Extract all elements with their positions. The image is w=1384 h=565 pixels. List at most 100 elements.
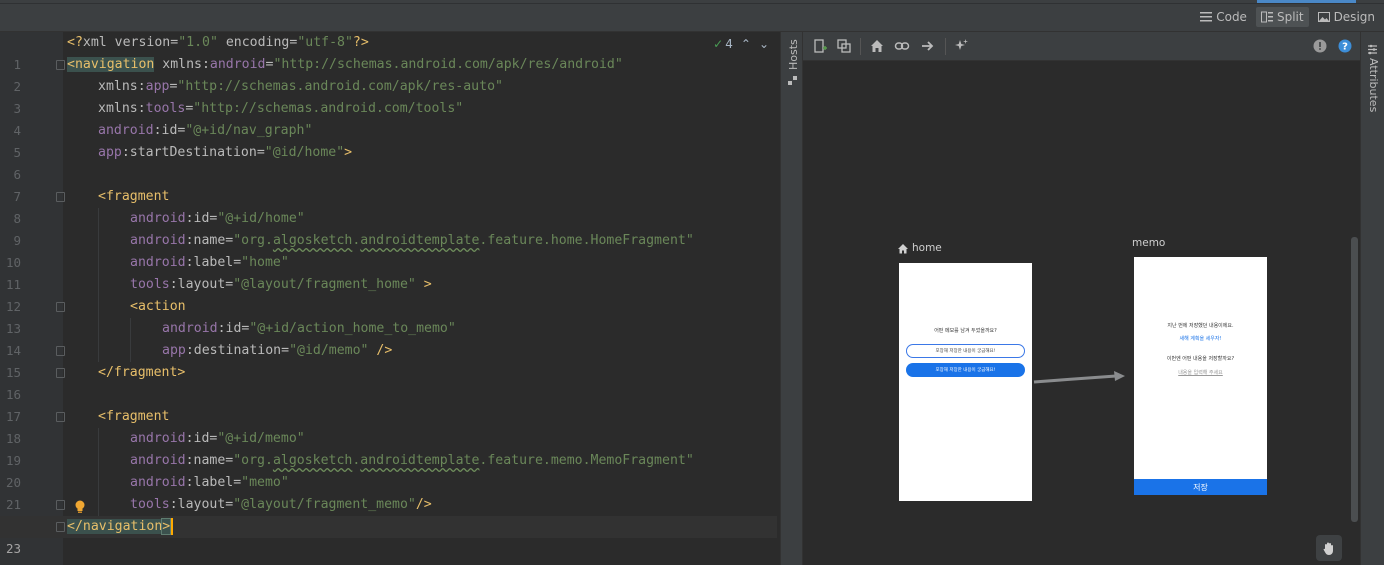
code-text: android:id="@+id/nav_graph" [98,120,312,142]
code-text: <fragment [98,406,169,428]
home-fragment-preview[interactable]: 어떤 메모를 남겨 두었을까요? 포장해 저장한 내용이 궁금해요! 포장해 저… [899,263,1032,501]
code-line: 22 tools:layout="@layout/fragment_memo"/… [0,494,777,534]
xml-token: "http://schemas.android.com/tools" [193,101,464,116]
fold-marker-icon[interactable] [56,192,65,202]
code-text: android:name="org.algosketch.androidtemp… [130,230,694,252]
toolbar-divider [0,3,1384,4]
xml-token: encoding [217,35,290,50]
xml-token: algosketch [272,453,353,468]
code-text: <fragment [98,186,169,208]
xml-token: > [415,277,432,292]
fold-marker-icon[interactable] [56,500,65,510]
xml-token: :id [217,321,242,336]
xml-token: android [130,431,186,446]
xml-token: > [344,145,353,160]
code-line: 20 android:name="org.algosketch.androidt… [0,450,777,490]
xml-token: .feature.memo.MemoFragment" [479,453,694,468]
xml-token: </fragment> [98,365,186,380]
attributes-side-panel[interactable]: Attributes [1360,32,1384,565]
xml-token: algosketch [272,233,353,248]
active-tab-indicator [1257,0,1356,3]
home-question-text: 어떤 메모를 남겨 두었을까요? [934,328,997,334]
help-icon[interactable]: ? [1337,38,1353,54]
attributes-tab-label[interactable]: Attributes [1367,58,1380,112]
design-vertical-scrollbar[interactable] [1351,237,1358,522]
copy-destination-icon[interactable] [836,38,852,54]
action-home-to-memo-arrow[interactable] [1032,368,1128,388]
xml-token: app [145,79,170,94]
xml-token: android [209,57,266,72]
navigation-design-panel[interactable]: ? home 어떤 메모를 남겨 두었을까요? 포장해 저장한 내용이 궁금해요… [803,32,1360,565]
fold-marker-icon[interactable] [56,522,65,532]
memo-fragment-preview[interactable]: 지난 번에 저장했던 내용이에요. 새해 계획을 세우자! 이번엔 어떤 내용을… [1134,257,1267,495]
design-view-button[interactable]: Design [1313,7,1380,27]
split-view-button[interactable]: Split [1255,7,1309,27]
xml-token: tools [130,277,170,292]
xml-token: "home" [241,255,289,270]
fold-marker-icon[interactable] [56,368,65,378]
home-icon[interactable] [869,38,885,54]
pan-mode-button[interactable] [1316,535,1342,561]
xml-token: "@layout/fragment_memo" [233,497,416,512]
lightbulb-icon[interactable] [74,500,86,514]
code-line: 15 app:destination="@id/memo" /> [0,340,777,380]
memo-destination-name: memo [1132,237,1166,249]
xml-token: app [162,343,186,358]
code-line: 1 <?xml version="1.0" encoding="utf-8"?> [0,32,777,72]
hosts-tab-label[interactable]: Hosts [787,39,800,70]
code-line: 4 xmlns:tools="http://schemas.android.co… [0,98,777,138]
xml-token: .feature.home.HomeFragment" [479,233,694,248]
link-icon[interactable] [894,38,910,54]
hosts-side-panel[interactable]: Hosts [780,32,803,565]
code-text: android:id="@+id/memo" [130,428,305,450]
xml-token: android [130,475,186,490]
xml-token: xmlns: [98,101,146,116]
xml-token: "http://schemas.android.com/apk/res-auto… [177,79,503,94]
code-line: 21 android:label="memo" [0,472,777,512]
code-line: 14 android:id="@+id/action_home_to_memo" [0,318,777,358]
code-view-button[interactable]: Code [1195,7,1252,27]
code-line: 13 <action [0,296,777,336]
xml-token: android [130,233,186,248]
code-text: app:startDestination="@id/home"> [98,142,352,164]
xml-token: android [130,211,186,226]
code-text: <action [130,296,186,318]
code-text: android:id="@+id/home" [130,208,305,230]
code-line: 9 android:id="@+id/home" [0,208,777,248]
xml-code-editor[interactable]: ✓ 4 ⌃ ⌄ 1 <?xml version="1.0" encoding="… [0,32,777,565]
toolbar-separator [860,38,861,55]
xml-token: <fragment [98,409,170,424]
xml-token: "@+id/nav_graph" [185,123,313,138]
xml-token: :layout [169,277,226,292]
code-line: 2 <navigation xmlns:android="http://sche… [0,54,777,94]
memo-previous-text: 지난 번에 저장했던 내용이에요. [1167,323,1234,329]
fold-marker-icon[interactable] [56,302,65,312]
arrow-right-icon[interactable] [920,38,936,54]
memo-save-button: 저장 [1134,479,1267,495]
xml-token: :id [153,123,178,138]
code-line: 17 [0,384,777,424]
xml-token: :label [185,255,234,270]
xml-token: > [161,518,172,535]
fold-marker-icon[interactable] [56,412,65,422]
svg-text:?: ? [1342,42,1348,53]
warning-icon[interactable] [1312,38,1328,54]
fold-marker-icon[interactable] [56,60,65,70]
fold-marker-icon[interactable] [56,346,65,356]
xml-token: <? [67,35,83,50]
xml-token: androidtemplate [360,453,480,468]
new-destination-icon[interactable] [812,38,828,54]
code-line: 10 android:name="org.algosketch.androidt… [0,230,777,270]
code-line: 19 android:id="@+id/memo" [0,428,777,468]
auto-arrange-icon[interactable] [953,38,969,54]
xml-token: = [256,145,265,160]
home-solid-button: 포장해 저장한 내용이 궁금해요! [906,363,1025,377]
xml-token: ?> [352,35,369,50]
xml-token: :id [185,431,210,446]
xml-token: = [281,343,290,358]
code-line: 18 <fragment [0,406,777,446]
xml-token: "@+id/home" [217,211,305,226]
xml-token: </navigation [67,519,163,534]
xml-token: "1.0" [178,35,218,50]
code-view-label: Code [1216,10,1247,24]
